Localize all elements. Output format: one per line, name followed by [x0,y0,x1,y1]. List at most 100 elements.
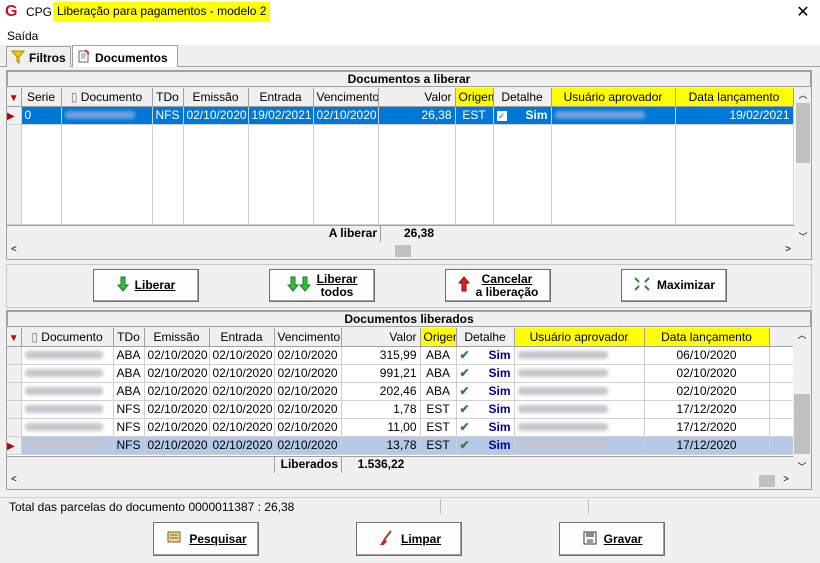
scroll-down-icon[interactable]: ﹀ [793,460,811,473]
cell-detalhe[interactable]: ✓ Sim [493,106,552,125]
pesquisar-button[interactable]: Pesquisar [153,522,259,556]
bottom-horizontal-scrollbar[interactable]: < > [7,473,793,489]
pesquisar-label: Pesquisar [189,531,247,546]
cell-emissao: 02/10/2020 [144,364,210,383]
col-origem[interactable]: Origem [455,88,494,107]
broom-icon [377,529,395,549]
top-grid[interactable]: ▼ Serie ▯ Documento TDo Emissão Entrada … [7,88,797,243]
scroll-left-icon[interactable]: < [11,474,17,485]
document-icon [77,49,91,66]
cell-usuario-redacted [551,106,676,125]
cell-detalhe[interactable]: ✔ Sim [456,382,515,401]
cell-detalhe-label: Sim [488,366,511,380]
col-detalhe[interactable]: Detalhe [493,88,552,107]
col-emissao[interactable]: Emissão [144,328,210,347]
col-documento[interactable]: ▯ Documento [61,88,153,107]
cell-tdo: ABA [113,364,145,383]
table-row[interactable]: ABA 02/10/2020 02/10/2020 02/10/2020 991,21 A… [7,364,793,383]
cell-origem: ABA [420,364,457,383]
cancelar-liberacao-button[interactable]: Cancelar a liberação [445,269,551,302]
cell-usuario-redacted [514,418,645,437]
cell-emissao: 02/10/2020 [144,382,210,401]
gravar-button[interactable]: Gravar [559,522,665,556]
cell-detalhe[interactable]: ✔ Sim [456,364,515,383]
documentos-liberados-panel: Documentos liberados ▼ ▯ Documento TDo E… [6,310,812,490]
scroll-right-icon[interactable]: > [785,244,791,255]
sort-marker-icon: ▼ [7,88,22,107]
tab-documentos[interactable]: Documentos [72,45,178,67]
col-data-lancamento[interactable]: Data lançamento [644,328,770,347]
col-detalhe[interactable]: Detalhe [456,328,515,347]
maximizar-label: Maximizar [656,278,716,292]
col-origem[interactable]: Origem [420,328,457,347]
col-usuario-aprovador[interactable]: Usuário aprovador [514,328,645,347]
filter-icon [10,50,26,67]
h-scroll-thumb[interactable] [395,245,411,257]
scroll-thumb[interactable] [794,394,810,454]
bottom-vertical-scrollbar[interactable]: ︿ ﹀ [793,328,811,473]
table-row[interactable]: ABA 02/10/2020 02/10/2020 02/10/2020 202,46 A… [7,382,793,401]
scroll-left-icon[interactable]: < [11,244,17,255]
cell-entrada: 02/10/2020 [209,364,275,383]
cell-valor: 13,78 [341,436,421,455]
liberar-todos-label-1: Liberar [316,271,358,286]
col-entrada[interactable]: Entrada [248,88,314,107]
bottom-grid[interactable]: ▼ ▯ Documento TDo Emissão Entrada Vencim… [7,328,793,473]
col-tdo[interactable]: TDo [152,88,184,107]
table-row[interactable]: ▶ 0 NFS 02/10/2020 19/02/2021 02/10/2020… [7,106,794,125]
menu-item-saida[interactable]: Saída [7,29,38,43]
cell-documento-redacted [21,418,114,437]
bottom-footer: Liberados 1.536,22 [7,456,793,473]
cell-detalhe[interactable]: ✔ Sim [456,400,515,419]
col-serie[interactable]: Serie [21,88,62,107]
cell-valor: 202,46 [341,382,421,401]
maximizar-button[interactable]: Maximizar [621,269,727,302]
scroll-up-icon[interactable]: ︿ [793,328,811,341]
cell-detalhe-label: Sim [488,420,511,434]
cell-emissao: 02/10/2020 [144,346,210,365]
col-valor[interactable]: Valor [341,328,421,347]
row-pointer-icon [7,400,22,419]
row-pointer-icon [7,418,22,437]
col-valor[interactable]: Valor [378,88,456,107]
col-entrada[interactable]: Entrada [209,328,275,347]
cell-detalhe[interactable]: ✔ Sim [456,436,515,455]
col-tdo[interactable]: TDo [113,328,145,347]
cell-entrada: 02/10/2020 [209,346,275,365]
cell-vencimento: 02/10/2020 [274,436,342,455]
cell-detalhe[interactable]: ✔ Sim [456,418,515,437]
window-title: Liberação para pagamentos - modelo 2 [53,2,271,22]
col-emissao[interactable]: Emissão [183,88,249,107]
liberar-label: Liberar [134,278,176,292]
scroll-thumb[interactable] [796,103,810,163]
tab-filtros[interactable]: Filtros [6,46,71,67]
scroll-up-icon[interactable]: ︿ [795,88,811,101]
col-vencimento[interactable]: Vencimento [313,88,379,107]
cell-documento-redacted [21,436,114,455]
cell-vencimento: 02/10/2020 [274,382,342,401]
cell-usuario-redacted [514,400,645,419]
scroll-right-icon[interactable]: > [783,474,789,485]
table-row[interactable]: ▶ NFS 02/10/2020 02/10/2020 02/10/2020 13,78 E… [7,436,793,455]
col-usuario-aprovador[interactable]: Usuário aprovador [551,88,676,107]
liberar-todos-button[interactable]: Liberar todos [269,269,375,302]
col-documento[interactable]: ▯ Documento [21,328,114,347]
cell-entrada: 02/10/2020 [209,382,275,401]
checkbox-icon[interactable]: ✓ [496,111,507,121]
table-row[interactable]: NFS 02/10/2020 02/10/2020 02/10/2020 1,78 EST… [7,400,793,419]
limpar-button[interactable]: Limpar [356,522,462,556]
save-icon [582,530,598,549]
close-icon[interactable]: ✕ [792,2,814,24]
table-row[interactable]: NFS 02/10/2020 02/10/2020 02/10/2020 11,00 ES… [7,418,793,437]
cell-detalhe[interactable]: ✔ Sim [456,346,515,365]
top-vertical-scrollbar[interactable]: ︿ ﹀ [795,88,811,243]
col-vencimento[interactable]: Vencimento [274,328,342,347]
h-scroll-thumb[interactable] [759,475,775,487]
check-icon: ✔ [459,366,470,380]
table-row[interactable]: ABA 02/10/2020 02/10/2020 02/10/2020 315,99 A… [7,346,793,365]
liberar-button[interactable]: Liberar [93,269,199,302]
top-horizontal-scrollbar[interactable]: < > [7,243,795,259]
scroll-down-icon[interactable]: ﹀ [795,230,811,243]
col-data-lancamento[interactable]: Data lançamento [675,88,794,107]
cell-origem: EST [420,400,457,419]
